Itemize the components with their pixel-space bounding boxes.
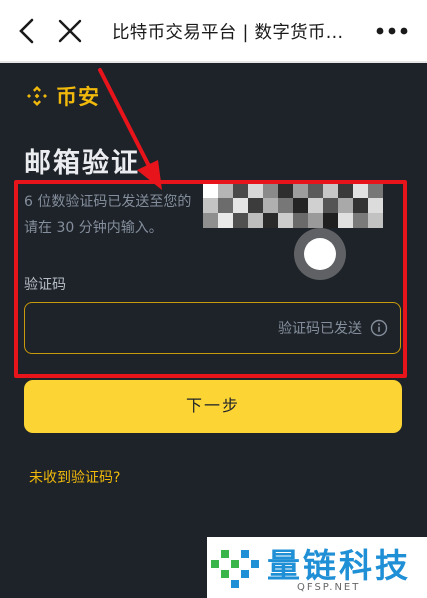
chevron-left-icon[interactable] <box>16 18 40 44</box>
code-field-label: 验证码 <box>24 277 66 293</box>
toolbar-divider <box>0 61 427 63</box>
watermark: 量链科技 QFSP.NET <box>207 537 427 598</box>
info-icon[interactable] <box>370 319 388 337</box>
watermark-text: 量链科技 <box>267 546 411 585</box>
browser-toolbar: 比特币交易平台 | 数字货币... <box>0 0 427 61</box>
page-heading: 邮箱验证 <box>24 148 140 179</box>
message-line-2: 请在 30 分钟内输入。 <box>24 220 163 236</box>
next-step-button[interactable]: 下一步 <box>24 380 402 433</box>
more-dots-icon[interactable] <box>372 21 412 41</box>
code-sent-hint: 验证码已发送 <box>278 321 362 337</box>
verification-code-input[interactable]: 验证码已发送 <box>24 302 401 354</box>
message-line-1: 6 位数验证码已发送至您的 <box>24 194 192 210</box>
touch-indicator <box>294 228 346 280</box>
close-icon[interactable] <box>58 18 82 44</box>
binance-logo-icon <box>27 86 47 106</box>
watermark-subtext: QFSP.NET <box>297 582 361 593</box>
page-title: 比特币交易平台 | 数字货币... <box>112 23 344 43</box>
code-not-received-link[interactable]: 未收到验证码? <box>29 467 120 487</box>
brand-logo: 币安 <box>24 82 100 110</box>
redacted-email <box>203 183 383 228</box>
next-step-label: 下一步 <box>185 398 240 415</box>
brand-name: 币安 <box>56 85 100 109</box>
watermark-logo-icon <box>211 550 259 588</box>
